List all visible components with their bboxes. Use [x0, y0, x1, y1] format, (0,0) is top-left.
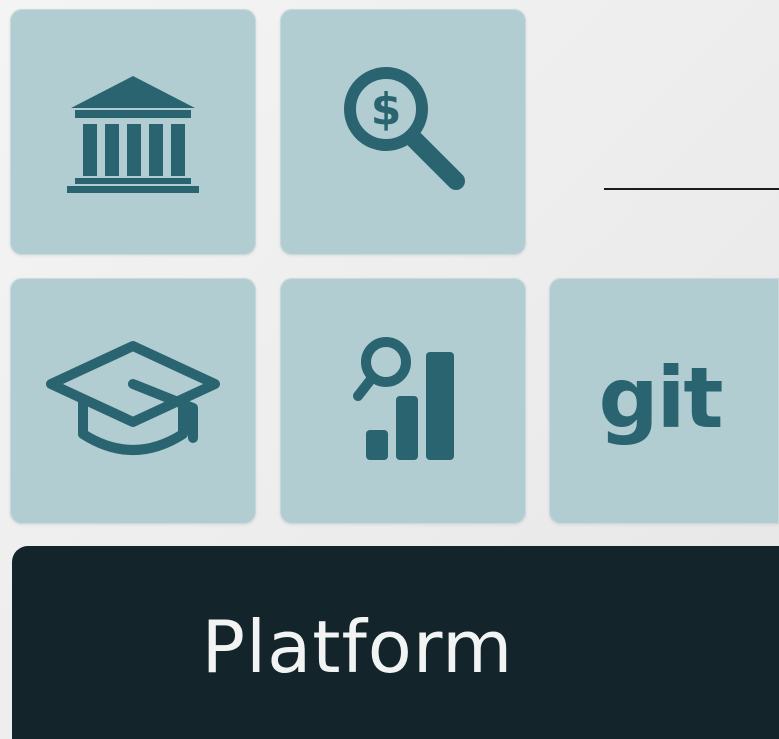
- git-icon: git: [598, 349, 723, 447]
- tile-git[interactable]: git: [549, 278, 779, 524]
- bank-icon: [67, 76, 199, 193]
- search-bar-chart-icon: [353, 337, 454, 460]
- svg-text:$: $: [371, 84, 402, 135]
- tile-analytics[interactable]: [280, 278, 526, 524]
- graduation-cap-icon: [46, 341, 220, 455]
- divider-line: [604, 188, 779, 190]
- tile-education[interactable]: [10, 278, 256, 524]
- platform-banner[interactable]: Platform: [12, 546, 779, 739]
- dollar-magnifier-icon: $: [344, 67, 465, 190]
- tile-financial-search[interactable]: $: [280, 9, 526, 255]
- tile-bank[interactable]: [10, 9, 256, 255]
- platform-label: Platform: [201, 604, 514, 689]
